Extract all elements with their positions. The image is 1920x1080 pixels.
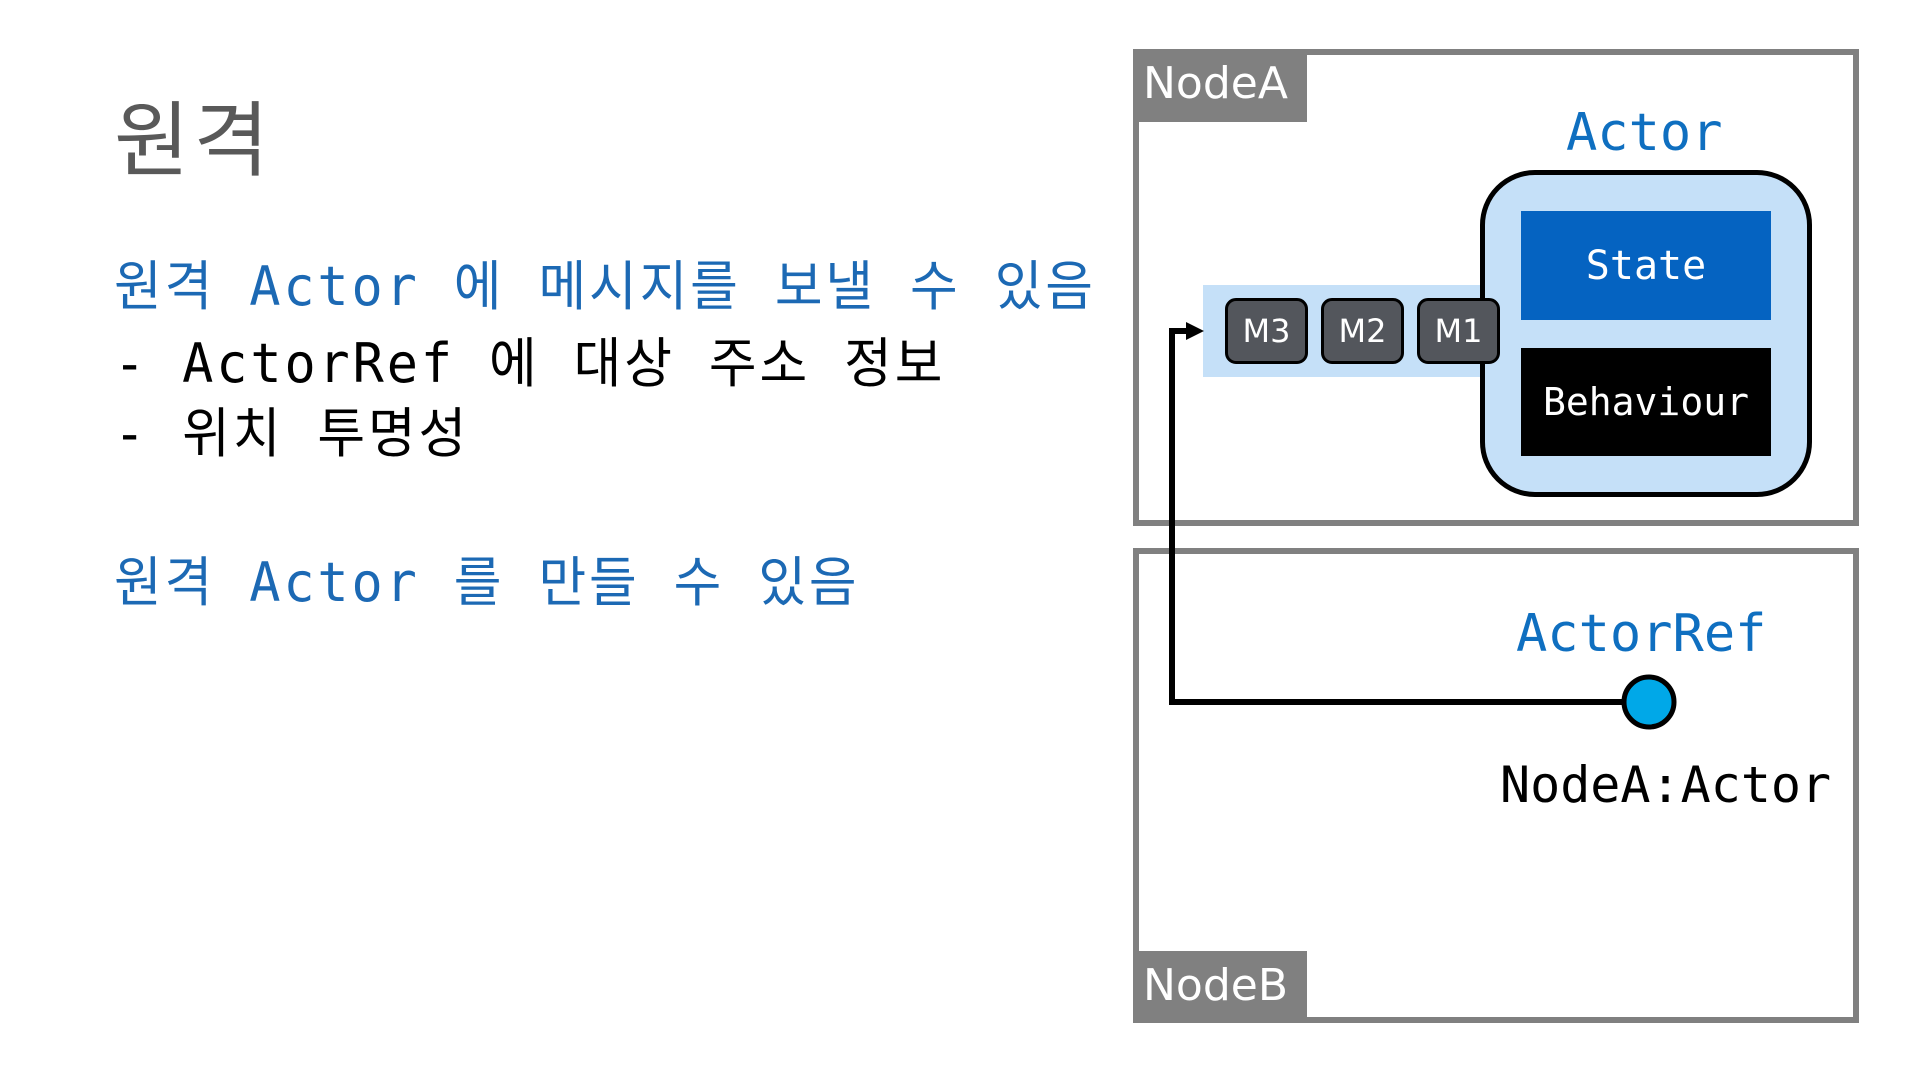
- bullet-location-transparency: - 위치 투명성: [114, 402, 470, 465]
- message-m3: M3: [1225, 298, 1308, 364]
- node-a-label: NodeA: [1133, 49, 1307, 122]
- actor-behaviour: Behaviour: [1521, 348, 1771, 456]
- actor-title: Actor: [1566, 103, 1723, 163]
- message-m2: M2: [1321, 298, 1404, 364]
- actor-state: State: [1521, 211, 1771, 320]
- bullet-actorref-address: - ActorRef 에 대상 주소 정보: [114, 332, 946, 395]
- actorref-address: NodeA:Actor: [1500, 756, 1832, 814]
- bullet-create-remote-actor: 원격 Actor 를 만들 수 있음: [114, 551, 860, 614]
- node-b-label: NodeB: [1133, 951, 1307, 1023]
- bullet-send-remote-message: 원격 Actor 에 메시지를 보낼 수 있음: [114, 255, 1096, 318]
- message-m1: M1: [1417, 298, 1500, 364]
- actorref-title: ActorRef: [1516, 604, 1767, 664]
- slide-title: 원격: [114, 94, 273, 189]
